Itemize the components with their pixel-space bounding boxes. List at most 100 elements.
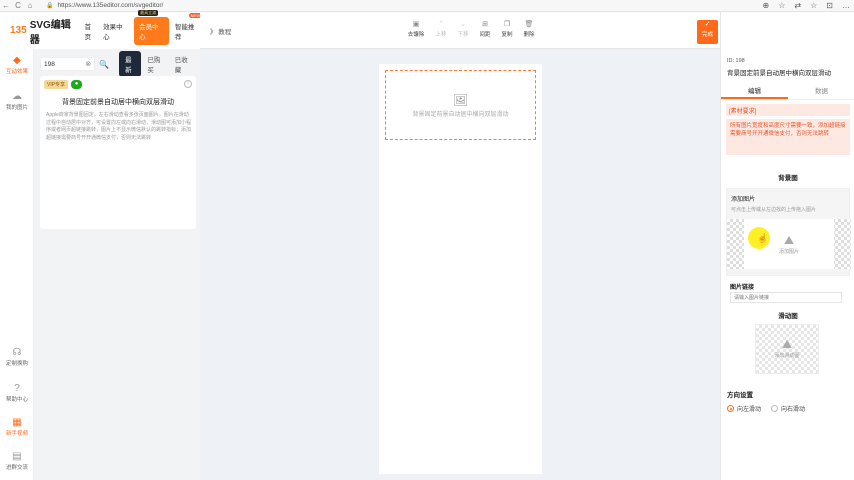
tab-edit[interactable]: 编辑 bbox=[721, 86, 788, 99]
rail-item-effects[interactable]: ◆ 互动效果 bbox=[0, 55, 34, 75]
clear-icon[interactable]: ⊗ bbox=[85, 60, 91, 68]
radio-label: 向右滑动 bbox=[781, 407, 806, 413]
slide-image-slot[interactable]: ⛰ 添加滑动图 bbox=[755, 324, 819, 374]
clean-icon: ▣ bbox=[412, 21, 420, 28]
card-tags: VIP专享 ● bbox=[44, 80, 83, 89]
rail-label: 进群交流 bbox=[5, 465, 28, 471]
search-value: 198 bbox=[44, 60, 55, 68]
tab-data[interactable]: 数据 bbox=[788, 86, 854, 99]
nav-home[interactable]: 首页 bbox=[85, 21, 97, 41]
rail-item-my-images[interactable]: ☁ 我的图片 bbox=[0, 91, 34, 111]
settings-panel: ID: 198 背景固定前景自动居中横向双层滑动 编辑 数据 [素材要求] 所有… bbox=[720, 12, 854, 480]
add-image-tip: 可点击上传或从左边找的上传拖入图片 bbox=[731, 207, 817, 213]
remove-watermark-button[interactable]: ▣ 去馕除 bbox=[405, 20, 427, 38]
browser-toolbar: ← C ⌂ 🔒 https://www.135editor.com/svgedi… bbox=[0, 0, 854, 12]
copy-button[interactable]: ❐ 复制 bbox=[499, 20, 515, 38]
cube-icon: ◆ bbox=[13, 55, 21, 66]
info-icon[interactable]: i bbox=[184, 80, 192, 88]
recommend-label: 智能推荐 bbox=[175, 23, 195, 41]
add-slide-label: 添加滑动图 bbox=[774, 353, 800, 359]
rail-item-group[interactable]: ▤ 进群交流 bbox=[0, 451, 34, 471]
split-icon[interactable]: ⇄ bbox=[794, 0, 801, 12]
more-icon[interactable]: … bbox=[842, 0, 850, 12]
template-card[interactable]: VIP专享 ● i 背景固定前景自动居中横向双层滑动 Apple商家背景图固定，… bbox=[40, 76, 196, 229]
done-button[interactable]: ✓ 完成 bbox=[697, 20, 718, 44]
browser-actions: ⊕ ☆ ⇄ ☆ ⊡ … bbox=[763, 0, 850, 12]
add-image-title: 添加图片 bbox=[731, 197, 756, 203]
tool-group: ▣ 去馕除 ⌃ 上移 ⌄ 下移 ⊞ 间距 ❐ 复制 🗑 删除 bbox=[405, 20, 537, 38]
tool-label: 上移 bbox=[435, 32, 447, 38]
collections-icon[interactable]: ⊡ bbox=[826, 0, 833, 12]
rail-label: 帮助中心 bbox=[5, 397, 28, 403]
component-placeholder[interactable]: 🖼 背景固定前景自动居中横向双层滑动 bbox=[385, 70, 536, 140]
delete-button[interactable]: 🗑 删除 bbox=[521, 20, 537, 38]
editor-toolbar: 》 教程 ▣ 去馕除 ⌃ 上移 ⌄ 下移 ⊞ 间距 ❐ 复制 🗑 删除 ✓ 完成 bbox=[200, 12, 720, 49]
trash-icon: 🗑 bbox=[524, 21, 534, 28]
tab-favorited[interactable]: 已收藏 bbox=[169, 51, 196, 77]
radio-dot bbox=[771, 405, 779, 412]
component-title: 背景固定前景自动居中横向双层滑动 bbox=[727, 70, 831, 77]
add-image-label: 添加图片 bbox=[778, 249, 799, 255]
url-text[interactable]: https://www.135editor.com/svgeditor/ bbox=[57, 2, 163, 9]
cloud-icon: ☁ bbox=[12, 91, 22, 102]
tool-label: 去馕除 bbox=[407, 32, 425, 38]
copy-icon: ❐ bbox=[503, 21, 511, 28]
address-bar[interactable]: 🔒 https://www.135editor.com/svgeditor/ bbox=[46, 2, 163, 9]
search-row: 198 ⊗ 🔍 最新 已购买 已收藏 bbox=[40, 51, 196, 77]
background-section-title: 背景图 bbox=[778, 175, 798, 182]
logo[interactable]: 135 SVG编辑器 bbox=[10, 16, 79, 46]
move-up-button[interactable]: ⌃ 上移 bbox=[433, 20, 449, 38]
spacing-button[interactable]: ⊞ 间距 bbox=[477, 20, 493, 38]
video-icon: ▦ bbox=[12, 417, 22, 428]
card-description: Apple商家背景图固定，左右滑动查看多张页面图片，图片在滑动过程中自动居中对齐… bbox=[46, 112, 192, 141]
settings-tabs: 编辑 数据 bbox=[721, 86, 854, 100]
lock-icon: 🔒 bbox=[46, 3, 54, 9]
tool-label: 间距 bbox=[479, 32, 491, 38]
move-down-button[interactable]: ⌄ 下移 bbox=[455, 20, 471, 38]
vip-center-button[interactable]: 最高立减 会员中心 bbox=[134, 9, 170, 45]
arrow-up-icon: ⌃ bbox=[438, 21, 444, 28]
nav-effects[interactable]: 效果中心 bbox=[103, 21, 128, 41]
direction-options: 向左滑动 向右滑动 bbox=[727, 404, 805, 413]
help-icon: ? bbox=[14, 383, 20, 394]
home-icon[interactable]: ⌂ bbox=[24, 0, 36, 12]
tutorial-link[interactable]: 》 教程 bbox=[210, 26, 231, 36]
radio-label: 向左滑动 bbox=[737, 407, 762, 413]
reload-icon[interactable]: C bbox=[12, 0, 24, 12]
rail-item-videos[interactable]: ▦ 新手视频 bbox=[0, 417, 34, 437]
favorites-icon[interactable]: ☆ bbox=[810, 0, 817, 12]
image-link-input[interactable] bbox=[730, 292, 842, 303]
rail-item-custom[interactable]: ☊ 定制换购 bbox=[0, 347, 34, 367]
tool-label: 复制 bbox=[501, 32, 513, 38]
radio-slide-left[interactable]: 向左滑动 bbox=[727, 404, 761, 413]
tab-latest[interactable]: 最新 bbox=[119, 51, 142, 77]
spacing-icon: ⊞ bbox=[482, 21, 488, 28]
tab-purchased[interactable]: 已购买 bbox=[141, 51, 168, 77]
wechat-icon: ● bbox=[71, 80, 83, 89]
extension-icon[interactable]: ⊕ bbox=[763, 0, 770, 12]
tool-label: 删除 bbox=[523, 32, 535, 38]
placeholder-text: 背景固定前景自动居中横向双层滑动 bbox=[412, 112, 509, 118]
pointer-hand-icon: ☝ bbox=[757, 233, 769, 243]
recommend-link[interactable]: NEW 智能推荐 bbox=[175, 12, 202, 41]
vip-tag: VIP专享 bbox=[44, 80, 69, 89]
rail-item-help[interactable]: ? 帮助中心 bbox=[0, 383, 34, 403]
search-icon[interactable]: 🔍 bbox=[99, 60, 109, 69]
favorite-icon[interactable]: ☆ bbox=[778, 0, 785, 12]
search-input[interactable]: 198 ⊗ bbox=[40, 57, 96, 71]
requirement-text: 所有图片宽度和高度尺寸需要一致，添加超链接需要商号开开通微信支付，否则无法跳转 bbox=[726, 119, 850, 155]
back-icon[interactable]: ← bbox=[0, 0, 12, 12]
check-icon: ✓ bbox=[704, 21, 711, 28]
editor-canvas-area: 》 教程 ▣ 去馕除 ⌃ 上移 ⌄ 下移 ⊞ 间距 ❐ 复制 🗑 删除 ✓ 完成… bbox=[200, 12, 720, 480]
image-link-label: 图片链接 bbox=[730, 285, 755, 291]
headset-icon: ☊ bbox=[12, 347, 22, 358]
phone-preview: 🖼 背景固定前景自动居中横向双层滑动 bbox=[379, 64, 542, 474]
rail-label: 定制换购 bbox=[5, 361, 28, 367]
background-upload-box: 添加图片 可点击上传或从左边找的上传拖入图片 ⛰ 添加图片 ☝ bbox=[726, 188, 851, 276]
template-panel: 198 ⊗ 🔍 最新 已购买 已收藏 VIP专享 ● i 背景固定前景自动居中横… bbox=[34, 49, 200, 480]
background-image-slot[interactable]: ⛰ 添加图片 ☝ bbox=[727, 219, 851, 269]
vip-discount-badge: 最高立减 bbox=[138, 9, 159, 16]
radio-slide-right[interactable]: 向右滑动 bbox=[771, 404, 805, 413]
rail-label: 互动效果 bbox=[5, 69, 28, 75]
app-header: 135 SVG编辑器 首页 效果中心 最高立减 会员中心 NEW 智能推荐 bbox=[0, 9, 202, 49]
